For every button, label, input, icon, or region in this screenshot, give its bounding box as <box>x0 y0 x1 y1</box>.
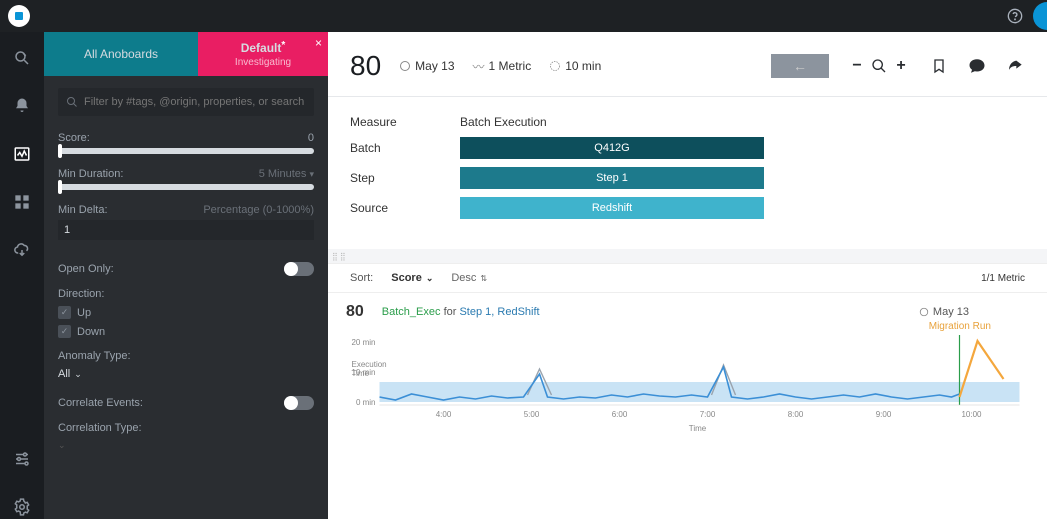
sort-arrows-icon: ⇅ <box>480 274 487 283</box>
search-icon <box>66 96 78 108</box>
tab-label: Default* <box>241 41 286 55</box>
drag-handle[interactable]: ⣿⣿ <box>328 249 1047 263</box>
tab-all-anoboards[interactable]: All Anoboards <box>44 32 198 76</box>
sort-field-dropdown[interactable]: Score ⌄ <box>391 272 433 284</box>
topbar-accent <box>1033 2 1047 30</box>
side-panel: All Anoboards × Default* Investigating S… <box>44 32 328 519</box>
svg-text:4:00: 4:00 <box>436 410 452 419</box>
timeseries-chart[interactable]: 20 min 10 min 0 min Execution Time <box>346 327 1029 437</box>
anomaly-type-label: Anomaly Type: <box>58 350 314 362</box>
nav-rail <box>0 32 44 519</box>
duration-meta: 10 min <box>549 59 601 73</box>
app-logo[interactable] <box>8 5 30 27</box>
direction-up-checkbox[interactable]: ✓Up <box>58 306 314 319</box>
score-label: Score: <box>58 132 90 144</box>
step-label: Step <box>350 171 460 185</box>
svg-text:0 min: 0 min <box>356 398 376 407</box>
close-icon[interactable]: × <box>315 36 322 50</box>
open-only-toggle[interactable] <box>284 262 314 276</box>
chart-area: 80 Batch_Exec for Step 1, RedShift May 1… <box>328 293 1047 519</box>
svg-text:Time: Time <box>689 424 707 433</box>
min-delta-input[interactable] <box>58 220 314 240</box>
topbar <box>0 0 1047 32</box>
open-only-label: Open Only: <box>58 263 114 275</box>
svg-text:Time: Time <box>352 369 370 378</box>
filters: Score: 0 Min Duration: 5 Minutes ▾ Min D… <box>44 76 328 519</box>
chart-date: May 13 <box>919 306 969 318</box>
nav-bell-icon[interactable] <box>10 94 34 118</box>
bookmark-icon[interactable] <box>929 56 949 76</box>
metric-meta: 〰 1 Metric <box>473 58 532 75</box>
calendar-icon <box>399 60 411 72</box>
sort-label: Sort: <box>350 272 373 284</box>
correlation-type-dropdown[interactable]: ⌄ <box>58 440 314 451</box>
chart-source-link[interactable]: RedShift <box>497 306 539 318</box>
score-slider[interactable] <box>58 148 314 154</box>
min-duration-slider[interactable] <box>58 184 314 190</box>
min-delta-label: Min Delta: <box>58 204 108 216</box>
source-label: Source <box>350 201 460 215</box>
tab-sublabel: Investigating <box>235 57 291 68</box>
correlate-events-toggle[interactable] <box>284 396 314 410</box>
min-duration-value: 5 Minutes ▾ <box>259 168 314 180</box>
zoom-in-button[interactable]: + <box>891 56 911 76</box>
chevron-down-icon: ⌄ <box>426 273 434 284</box>
batch-label: Batch <box>350 141 460 155</box>
measure-value: Batch Execution <box>460 115 547 129</box>
svg-text:7:00: 7:00 <box>700 410 716 419</box>
chart-metric-link[interactable]: Batch_Exec <box>382 306 441 318</box>
sort-order-dropdown[interactable]: Desc ⇅ <box>451 272 487 284</box>
measure-label: Measure <box>350 115 460 129</box>
chart-annotation: Migration Run <box>929 321 991 332</box>
metric-count: 1/1 Metric <box>981 273 1025 284</box>
comment-icon[interactable] <box>967 56 987 76</box>
svg-text:20 min: 20 min <box>351 338 375 347</box>
tab-label: All Anoboards <box>84 47 158 61</box>
direction-label: Direction: <box>58 288 314 300</box>
nav-sliders-icon[interactable] <box>10 447 34 471</box>
sort-bar: Sort: Score ⌄ Desc ⇅ 1/1 Metric <box>328 263 1047 293</box>
zoom-icon[interactable] <box>869 56 889 76</box>
score-value: 0 <box>308 132 314 144</box>
chart-step-link[interactable]: Step 1 <box>459 306 491 318</box>
nav-grid-icon[interactable] <box>10 190 34 214</box>
svg-text:8:00: 8:00 <box>788 410 804 419</box>
svg-text:Execution: Execution <box>352 360 387 369</box>
nav-gear-icon[interactable] <box>10 495 34 519</box>
source-pill[interactable]: Redshift <box>460 197 764 219</box>
search-input-wrapper[interactable] <box>58 88 314 116</box>
anomaly-type-dropdown[interactable]: All⌄ <box>58 368 314 380</box>
pulse-icon: 〰 <box>473 58 485 75</box>
tab-default[interactable]: × Default* Investigating <box>198 32 328 76</box>
nav-anomaly-icon[interactable] <box>10 142 34 166</box>
nav-search-icon[interactable] <box>10 46 34 70</box>
chart-score: 80 <box>346 303 364 321</box>
detail-block: Measure Batch Execution Batch Q412G Step… <box>328 97 1047 249</box>
direction-down-checkbox[interactable]: ✓Down <box>58 325 314 338</box>
svg-text:10:00: 10:00 <box>961 410 982 419</box>
step-pill[interactable]: Step 1 <box>460 167 764 189</box>
svg-text:6:00: 6:00 <box>612 410 628 419</box>
zoom-out-button[interactable]: − <box>847 56 867 76</box>
search-input[interactable] <box>84 96 306 108</box>
main: 80 May 13 〰 1 Metric 10 min ← − + <box>328 32 1047 519</box>
batch-pill[interactable]: Q412G <box>460 137 764 159</box>
clock-icon <box>549 60 561 72</box>
anomaly-score: 80 <box>350 50 381 82</box>
circle-icon <box>919 307 929 317</box>
correlation-type-label: Correlation Type: <box>58 422 314 434</box>
correlate-events-label: Correlate Events: <box>58 397 143 409</box>
min-delta-hint: Percentage (0-1000%) <box>203 204 314 216</box>
svg-text:9:00: 9:00 <box>876 410 892 419</box>
help-icon[interactable] <box>1005 6 1025 26</box>
min-duration-label: Min Duration: <box>58 168 123 180</box>
date-meta: May 13 <box>399 59 454 73</box>
detail-header: 80 May 13 〰 1 Metric 10 min ← − + <box>328 32 1047 97</box>
svg-text:5:00: 5:00 <box>524 410 540 419</box>
share-icon[interactable] <box>1005 56 1025 76</box>
tabs: All Anoboards × Default* Investigating <box>44 32 328 76</box>
back-button[interactable]: ← <box>771 54 829 78</box>
nav-cloud-download-icon[interactable] <box>10 238 34 262</box>
